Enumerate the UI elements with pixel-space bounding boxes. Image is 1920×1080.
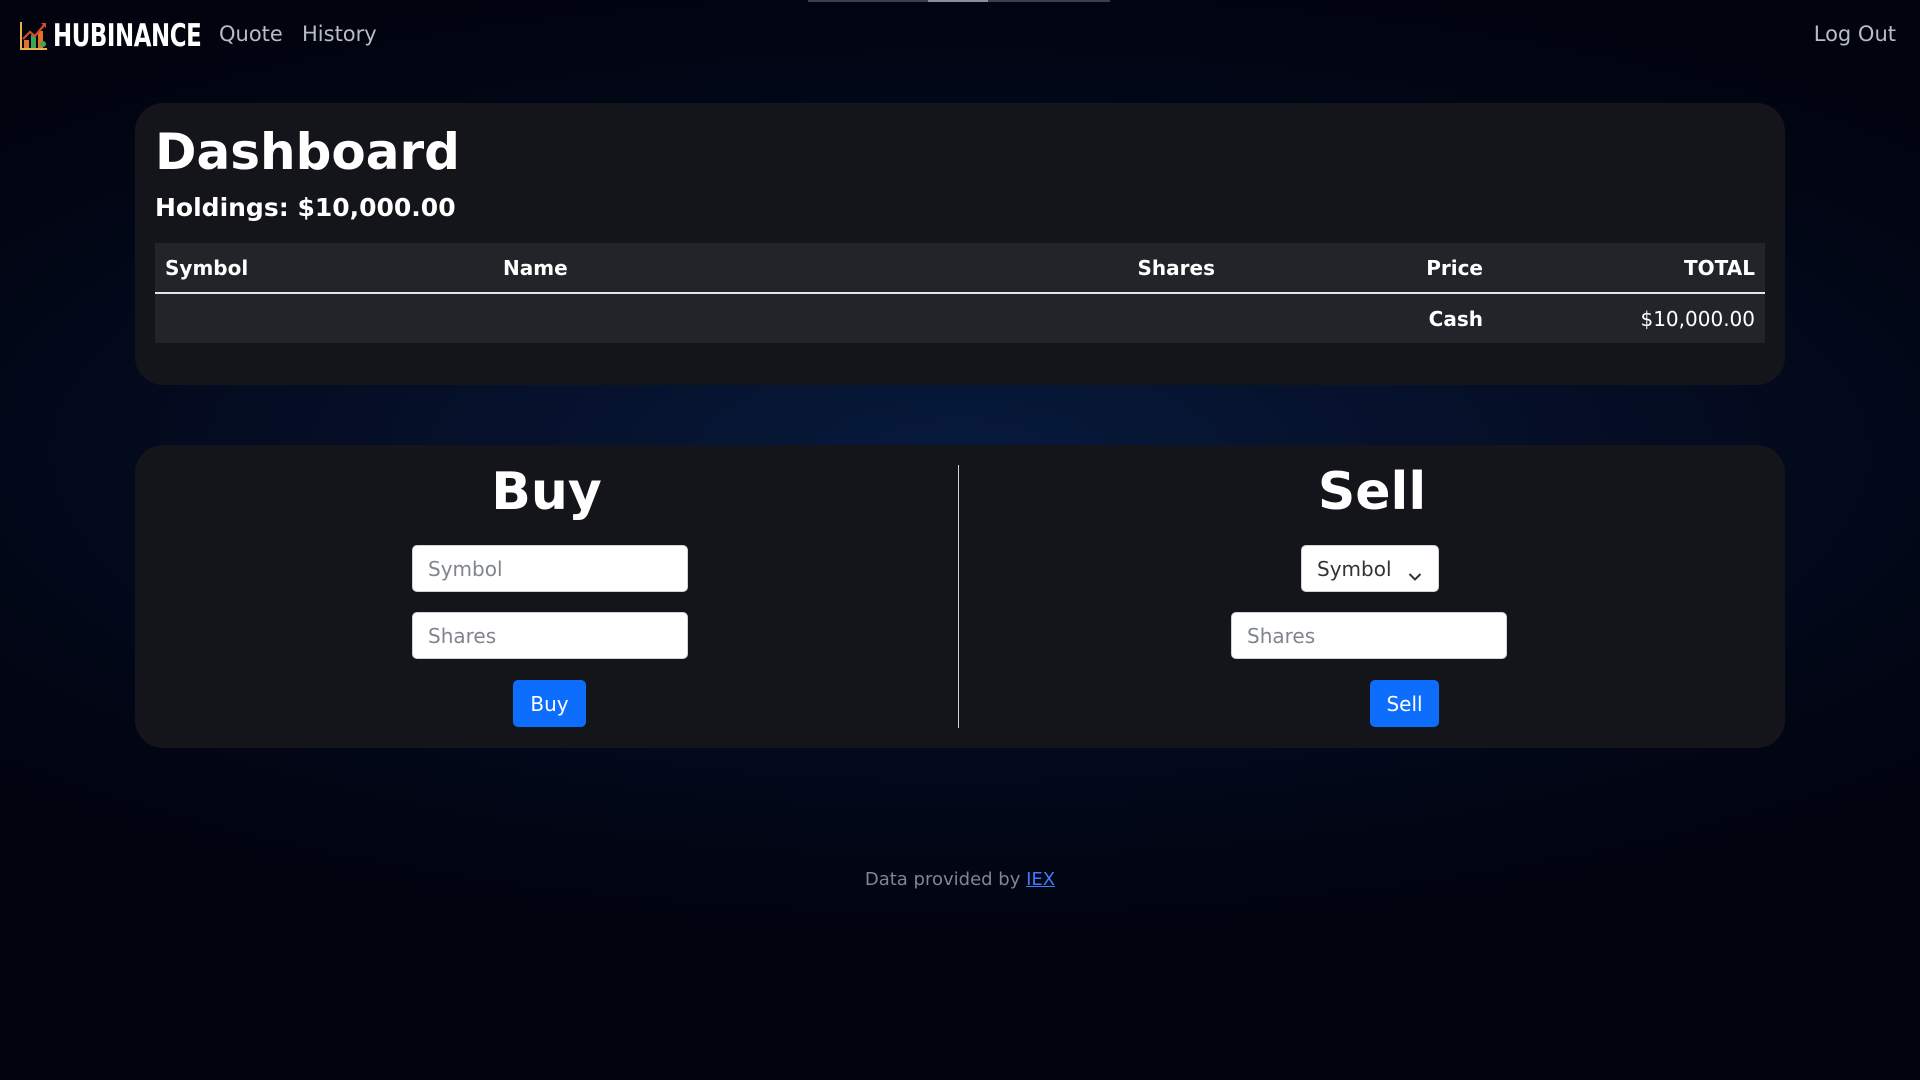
iex-link[interactable]: IEX xyxy=(1026,869,1055,890)
sell-title: Sell xyxy=(1317,462,1427,522)
cash-shares-cell xyxy=(993,293,1225,343)
buy-title: Buy xyxy=(491,462,602,522)
column-header-symbol: Symbol xyxy=(155,243,493,294)
column-header-name: Name xyxy=(493,243,993,294)
chevron-down-icon xyxy=(1408,563,1422,581)
holdings-table: Symbol Name Shares Price TOTAL Cash $10,… xyxy=(155,243,1765,343)
table-header-row: Symbol Name Shares Price TOTAL xyxy=(155,243,1765,294)
cash-row: Cash $10,000.00 xyxy=(155,293,1765,343)
sell-panel: Sell Symbol Sell xyxy=(959,445,1785,748)
navbar: HUBINANCE Quote History Log Out xyxy=(0,0,1920,72)
brand-name: HUBINANCE xyxy=(53,18,202,54)
buy-shares-input[interactable] xyxy=(412,612,688,659)
nav-link-quote[interactable]: Quote xyxy=(219,22,283,46)
sell-symbol-select[interactable]: Symbol xyxy=(1301,545,1439,592)
cash-symbol-cell xyxy=(155,293,493,343)
brand-logo[interactable]: HUBINANCE xyxy=(19,16,234,56)
column-header-shares: Shares xyxy=(993,243,1225,294)
stock-chart-icon xyxy=(19,20,49,52)
logout-link[interactable]: Log Out xyxy=(1814,22,1896,46)
holdings-summary: Holdings: $10,000.00 xyxy=(155,193,456,222)
footer-text: Data provided by xyxy=(864,869,1021,890)
cash-label: Cash xyxy=(1225,293,1493,343)
buy-panel: Buy Buy xyxy=(135,445,958,748)
holdings-value: $10,000.00 xyxy=(297,193,456,222)
footer: Data provided by IEX xyxy=(0,869,1920,890)
cash-name-cell xyxy=(493,293,993,343)
column-header-price: Price xyxy=(1225,243,1493,294)
page-title: Dashboard xyxy=(155,123,460,181)
nav-link-history[interactable]: History xyxy=(302,22,377,46)
cash-total: $10,000.00 xyxy=(1493,293,1765,343)
sell-shares-input[interactable] xyxy=(1231,612,1507,659)
sell-button[interactable]: Sell xyxy=(1370,680,1439,727)
dashboard-card: Dashboard Holdings: $10,000.00 Symbol Na… xyxy=(135,103,1785,385)
buy-button[interactable]: Buy xyxy=(513,680,586,727)
trade-card: Buy Buy Sell Symbol Sell xyxy=(135,445,1785,748)
column-header-total: TOTAL xyxy=(1493,243,1765,294)
holdings-label: Holdings: xyxy=(155,193,289,222)
sell-symbol-select-value: Symbol xyxy=(1317,556,1392,581)
buy-symbol-input[interactable] xyxy=(412,545,688,592)
